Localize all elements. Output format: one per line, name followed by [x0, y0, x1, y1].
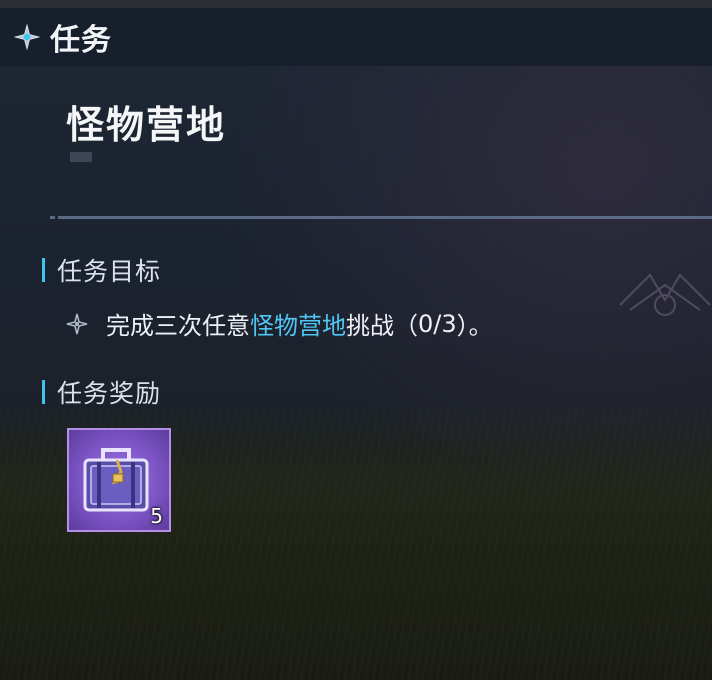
quest-title: 怪物营地 — [66, 103, 227, 147]
objective-progress: 0/3 — [418, 309, 457, 338]
section-accent-bar — [42, 258, 45, 282]
subtitle-marker — [70, 152, 92, 162]
reward-count: 5 — [150, 504, 163, 528]
section-accent-bar — [42, 380, 45, 404]
panel-title: 任务 — [50, 23, 112, 58]
objective-text-end: ）。 — [456, 312, 493, 340]
section-divider — [58, 216, 712, 219]
background-emblem — [619, 273, 711, 316]
objective-section-header: 任务目标 — [42, 252, 161, 288]
divider-tick — [50, 216, 55, 219]
objective-text-after: 挑战（ — [346, 312, 418, 340]
objective-highlight: 怪物营地 — [250, 312, 346, 340]
reward-slot[interactable]: 5 — [67, 428, 171, 532]
objective-text-before: 完成三次任意 — [106, 312, 250, 340]
objective-section-label: 任务目标 — [57, 257, 162, 286]
diamond-star-icon — [66, 313, 88, 335]
top-strip — [0, 0, 712, 8]
reward-section-header: 任务奖励 — [42, 374, 161, 410]
reward-section-label: 任务奖励 — [57, 379, 162, 408]
quest-panel-header: 任务 — [0, 8, 712, 66]
objective-item: 完成三次任意 怪物营地 挑战（ 0/3）。 — [66, 306, 493, 341]
compass-star-icon — [14, 24, 40, 50]
